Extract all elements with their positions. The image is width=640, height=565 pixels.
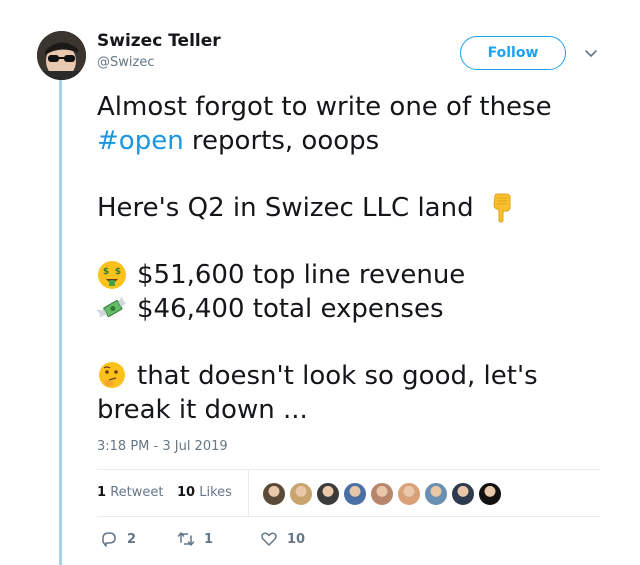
- divider-top: [97, 469, 600, 470]
- author-handle[interactable]: @Swizec: [97, 55, 154, 70]
- tweet-line-7-text: break it down ...: [97, 395, 308, 425]
- reply-icon: [102, 532, 116, 547]
- svg-text:$: $: [115, 267, 121, 277]
- retweet-count-number: 1: [97, 485, 107, 500]
- tweet-line-6-text: that doesn't look so good, let's: [137, 361, 538, 391]
- money-with-wings-icon: [97, 296, 126, 318]
- tweet-line-1: Almost forgot to write one of these: [97, 90, 617, 124]
- liker-avatar[interactable]: [424, 482, 448, 506]
- liker-avatar[interactable]: [262, 482, 286, 506]
- liker-avatar[interactable]: [316, 482, 340, 506]
- liker-avatar[interactable]: [451, 482, 475, 506]
- tweet-line-6: that doesn't look so good, let's: [97, 359, 617, 393]
- pointing-down-emoji-icon: [493, 193, 511, 223]
- like-button[interactable]: 10: [260, 530, 305, 548]
- tweet-line-1-text: Almost forgot to write one of these: [97, 92, 552, 122]
- likes-count-stat[interactable]: 10 Likes: [177, 485, 232, 500]
- retweet-count-label: Retweet: [110, 485, 164, 500]
- divider-bottom: [97, 516, 600, 517]
- tweet-line-3-text: Here's Q2 in Swizec LLC land: [97, 193, 474, 223]
- stats-vertical-divider: [248, 470, 249, 516]
- expenses-text: $46,400 total expenses: [137, 294, 444, 324]
- tweet-line-2-text: reports, ooops: [183, 126, 380, 156]
- liker-avatar[interactable]: [343, 482, 367, 506]
- retweet-button[interactable]: 1: [177, 530, 213, 548]
- follow-button[interactable]: Follow: [460, 36, 566, 70]
- thinking-face-icon: [99, 362, 125, 388]
- money-mouth-face-icon: $ $: [98, 261, 126, 289]
- tweet-line-3: Here's Q2 in Swizec LLC land: [97, 191, 617, 225]
- avatar-image: [37, 31, 86, 80]
- retweet-action-count: 1: [204, 531, 214, 547]
- liker-avatars: [262, 482, 502, 506]
- liker-avatar[interactable]: [370, 482, 394, 506]
- chevron-down-icon[interactable]: [582, 44, 600, 62]
- avatar[interactable]: [37, 31, 86, 80]
- tweet-line-7: break it down ...: [97, 393, 617, 427]
- likes-count-number: 10: [177, 485, 196, 500]
- heart-icon: [261, 532, 277, 546]
- retweet-icon: [177, 532, 195, 546]
- hashtag-link[interactable]: #open: [97, 124, 184, 158]
- tweet-timestamp[interactable]: 3:18 PM - 3 Jul 2019: [97, 439, 228, 454]
- retweet-count-stat[interactable]: 1 Retweet: [97, 485, 163, 500]
- tweet-text: Almost forgot to write one of these #ope…: [97, 90, 617, 427]
- tweet-line-revenue: $ $ $51,600 top line revenue: [97, 258, 617, 292]
- revenue-text: $51,600 top line revenue: [137, 260, 466, 290]
- liker-avatar[interactable]: [289, 482, 313, 506]
- likes-count-label: Likes: [199, 485, 232, 500]
- thread-connector-line: [59, 80, 62, 565]
- tweet-line-2: #open reports, ooops: [97, 124, 617, 158]
- svg-text:$: $: [103, 267, 109, 277]
- liker-avatar[interactable]: [478, 482, 502, 506]
- tweet-line-expenses: $46,400 total expenses: [97, 292, 617, 326]
- reply-count: 2: [127, 531, 137, 547]
- reply-button[interactable]: 2: [100, 530, 136, 548]
- author-name[interactable]: Swizec Teller: [97, 31, 221, 51]
- liker-avatar[interactable]: [397, 482, 421, 506]
- like-count: 10: [287, 531, 306, 547]
